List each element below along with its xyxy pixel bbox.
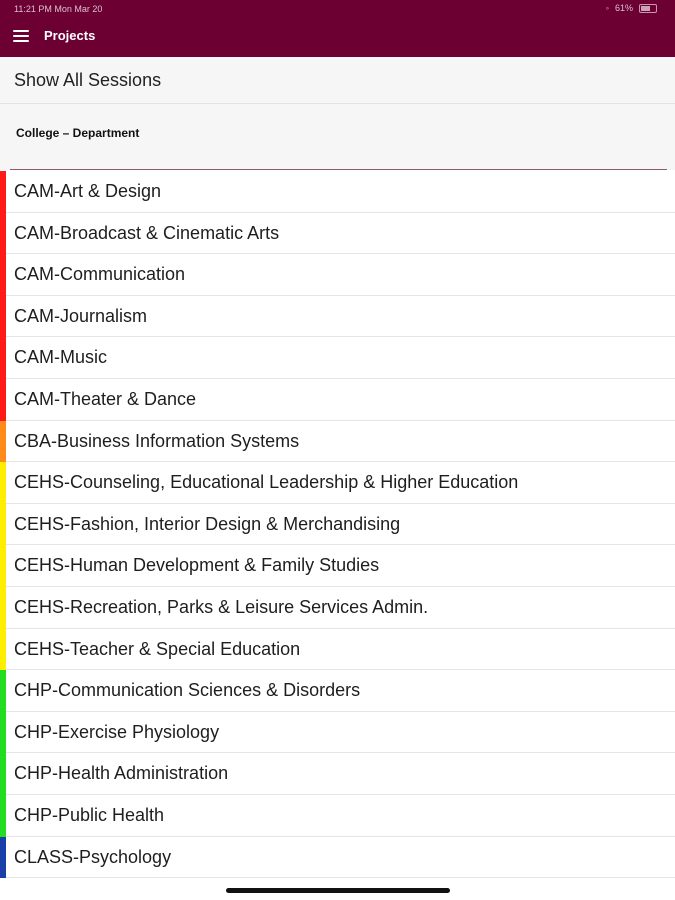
status-time-date: 11:21 PM Mon Mar 20: [14, 4, 103, 14]
college-color-bar: [0, 254, 6, 296]
battery-percent: 61%: [614, 3, 633, 13]
department-row[interactable]: CBA-Business Information Systems: [0, 420, 675, 463]
section-header: College – Department: [0, 104, 675, 170]
department-label: CEHS-Human Development & Family Studies: [14, 555, 380, 576]
department-label: CAM-Journalism: [14, 305, 148, 326]
department-row[interactable]: CEHS-Recreation, Parks & Leisure Service…: [0, 586, 675, 629]
department-label: CHP-Exercise Physiology: [14, 721, 220, 742]
hamburger-menu-icon[interactable]: [13, 30, 29, 42]
college-color-bar: [0, 753, 6, 795]
department-label: CAM-Broadcast & Cinematic Arts: [14, 222, 280, 243]
department-row[interactable]: CAM-Broadcast & Cinematic Arts: [0, 212, 675, 255]
college-color-bar: [0, 545, 6, 587]
department-label: CEHS-Recreation, Parks & Leisure Service…: [14, 596, 429, 617]
home-indicator: [226, 888, 450, 893]
section-header-label: College – Department: [16, 126, 140, 140]
college-color-bar: [0, 794, 6, 837]
department-label: CAM-Communication: [14, 264, 186, 285]
department-row[interactable]: CHP-Communication Sciences & Disorders: [0, 670, 675, 712]
department-row[interactable]: CEHS-Human Development & Family Studies: [0, 545, 675, 587]
department-label: CLASS-Psychology: [14, 846, 172, 867]
department-label: CHP-Communication Sciences & Disorders: [14, 680, 361, 701]
department-row[interactable]: CAM-Communication: [0, 254, 675, 296]
department-row[interactable]: CAM-Theater & Dance: [0, 378, 675, 421]
wifi-icon: ◦: [605, 3, 609, 13]
college-color-bar: [0, 171, 6, 213]
department-row[interactable]: CEHS-Fashion, Interior Design & Merchand…: [0, 503, 675, 546]
college-color-bar: [0, 295, 6, 338]
college-color-bar: [0, 628, 6, 671]
department-label: CAM-Theater & Dance: [14, 388, 197, 409]
college-color-bar: [0, 711, 6, 754]
department-row[interactable]: CHP-Public Health: [0, 794, 675, 837]
battery-icon: [639, 3, 657, 13]
department-row[interactable]: CEHS-Counseling, Educational Leadership …: [0, 462, 675, 504]
department-label: CHP-Health Administration: [14, 763, 229, 784]
department-label: CAM-Art & Design: [14, 181, 162, 201]
college-color-bar: [0, 586, 6, 629]
department-label: CEHS-Counseling, Educational Leadership …: [14, 472, 519, 493]
department-label: CEHS-Teacher & Special Education: [14, 638, 301, 659]
department-row[interactable]: CHP-Health Administration: [0, 753, 675, 795]
department-label: CAM-Music: [14, 347, 107, 368]
section-divider: [10, 169, 667, 170]
navigation-bar: 11:21 PM Mon Mar 20 ◦ 61% Projects: [0, 0, 675, 57]
college-color-bar: [0, 462, 6, 504]
department-row[interactable]: CLASS-Psychology: [0, 836, 675, 879]
page-title: Projects: [44, 28, 96, 43]
department-row[interactable]: CEHS-Teacher & Special Education: [0, 628, 675, 671]
college-color-bar: [0, 836, 6, 879]
department-row[interactable]: CAM-Journalism: [0, 295, 675, 338]
department-row[interactable]: CHP-Exercise Physiology: [0, 711, 675, 754]
show-all-sessions-button[interactable]: Show All Sessions: [0, 57, 675, 104]
college-color-bar: [0, 420, 6, 463]
department-label: CEHS-Fashion, Interior Design & Merchand…: [14, 513, 401, 534]
department-list: CAM-Art & Design CAM-Broadcast & Cinemati…: [0, 171, 675, 879]
department-row[interactable]: CAM-Music: [0, 337, 675, 379]
department-label: CHP-Public Health: [14, 804, 165, 825]
show-all-sessions-label: Show All Sessions: [14, 70, 162, 90]
college-color-bar: [0, 378, 6, 421]
college-color-bar: [0, 670, 6, 712]
department-label: CBA-Business Information Systems: [14, 430, 300, 451]
college-color-bar: [0, 337, 6, 379]
college-color-bar: [0, 503, 6, 546]
college-color-bar: [0, 212, 6, 255]
department-row[interactable]: CAM-Art & Design: [0, 171, 675, 213]
status-indicators: ◦ 61%: [606, 3, 657, 13]
